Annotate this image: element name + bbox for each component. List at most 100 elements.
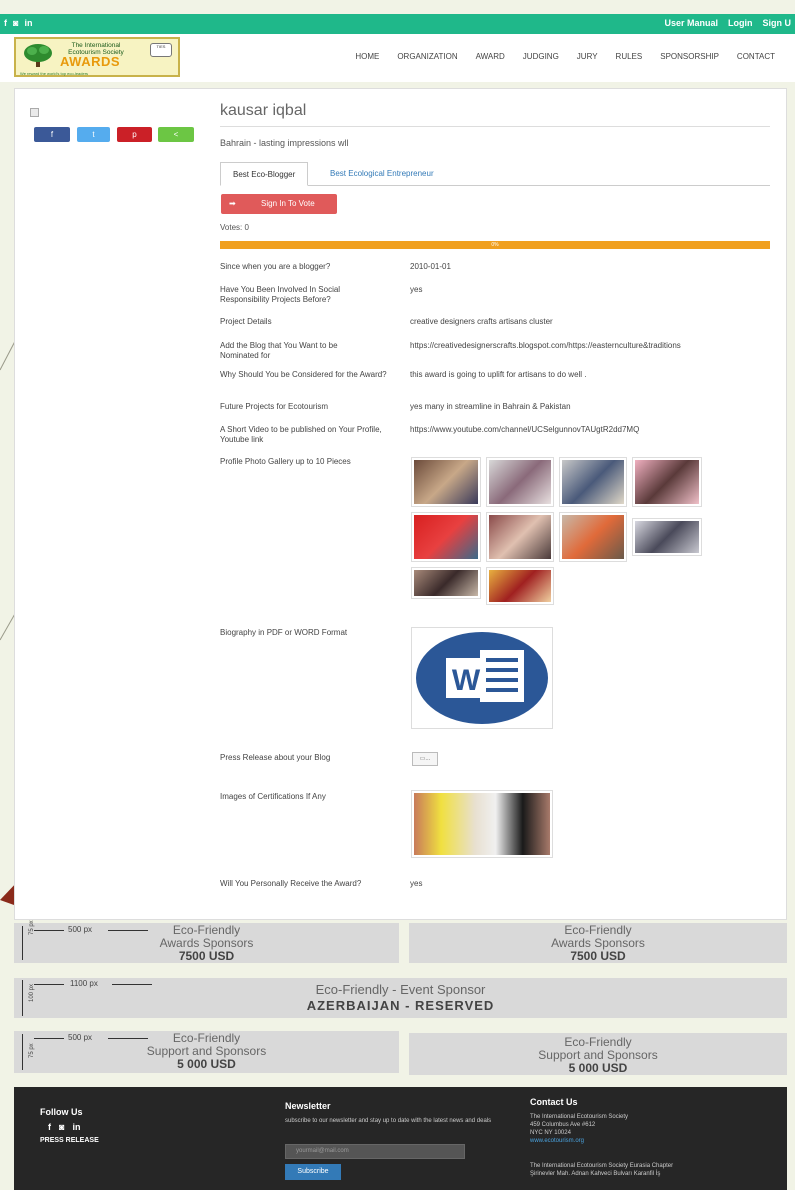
tab-best-eco-blogger[interactable]: Best Eco-Blogger (220, 162, 309, 186)
contact-website-link[interactable]: www.ecotourism.org (530, 1137, 780, 1145)
field-answer: yes (410, 285, 423, 294)
gallery-photo[interactable] (486, 567, 554, 605)
facebook-icon[interactable]: f (4, 18, 7, 28)
field-question: Have You Been Involved In Social Respons… (220, 285, 341, 304)
contact-line: 459 Columbus Ave #612 (530, 1122, 596, 1128)
user-manual-link[interactable]: User Manual (664, 18, 718, 28)
share-twitter-button[interactable]: t (77, 127, 110, 142)
linkedin-icon[interactable]: in (72, 1122, 80, 1132)
share-more-button[interactable]: < (158, 127, 194, 142)
dimension-arrow (22, 926, 23, 960)
gallery-photo[interactable] (411, 512, 481, 562)
menu-contact[interactable]: CONTACT (737, 52, 775, 61)
contact-line: NYC NY 10024 (530, 1130, 571, 1136)
dimension-arrow (22, 980, 23, 1016)
field-question: Will You Personally Receive the Award? (220, 879, 362, 888)
share-facebook-button[interactable]: f (34, 127, 70, 142)
sponsor-price: 5 000 USD (177, 1057, 236, 1071)
gallery-photo[interactable] (559, 457, 627, 507)
support-sponsor-banner-right[interactable]: Eco-Friendly Support and Sponsors 5 000 … (409, 1033, 787, 1075)
sponsor-reserved: AZERBAIJAN - RESERVED (306, 998, 495, 1013)
field-question: Project Details (220, 317, 272, 326)
svg-text:W: W (452, 664, 481, 697)
contact-line: Şirinevler Mah. Adnan Kahveci Bulvarı Ka… (530, 1171, 661, 1177)
certification-image[interactable] (411, 790, 553, 858)
sign-in-to-vote-button[interactable]: ➡ Sign In To Vote (221, 194, 337, 214)
logo-seal: TIES (150, 43, 172, 57)
dimension-arrow (34, 984, 64, 985)
menu-judging[interactable]: JUDGING (523, 52, 559, 61)
top-social-links: f ◙ in (4, 18, 32, 28)
dimension-arrow (108, 930, 148, 931)
dimension-width-label: 500 px (68, 925, 93, 934)
progress-fill: 0% (220, 241, 770, 249)
login-link[interactable]: Login (728, 18, 753, 28)
instagram-icon[interactable]: ◙ (59, 1122, 64, 1132)
tree-logo-icon (24, 44, 52, 67)
site-logo[interactable]: The International Ecotourism Society AWA… (14, 37, 180, 77)
field-question: Since when you are a blogger? (220, 262, 331, 271)
menu-sponsorship[interactable]: SPONSORSHIP (660, 52, 719, 61)
top-links: User Manual Login Sign U (664, 18, 791, 28)
field-answer: this award is going to uplift for artisa… (410, 370, 587, 379)
field-question: Images of Certifications If Any (220, 792, 326, 801)
divider (220, 126, 770, 127)
logo-awards-text: AWARDS (60, 54, 121, 69)
gallery-photo[interactable] (411, 457, 481, 507)
gallery-photo[interactable] (632, 457, 702, 507)
gallery-photo[interactable] (559, 512, 627, 562)
category-tabs: Best Eco-Blogger Best Ecological Entrepr… (220, 162, 770, 186)
menu-award[interactable]: AWARD (476, 52, 505, 61)
gallery-photo[interactable] (411, 567, 481, 599)
field-answer: yes (410, 879, 423, 888)
field-answer: creative designers crafts artisans clust… (410, 317, 553, 326)
dimension-height-label: 100 px (29, 983, 35, 1002)
subscribe-button[interactable]: Subscribe (285, 1164, 341, 1180)
follow-us-heading: Follow Us (40, 1107, 83, 1117)
signup-link[interactable]: Sign U (763, 18, 792, 28)
share-pinterest-button[interactable]: p (117, 127, 152, 142)
sponsor-title: Eco-Friendly (564, 1035, 632, 1049)
biography-word-document[interactable]: W (411, 627, 553, 729)
field-answer[interactable]: https://www.youtube.com/channel/UCSelgun… (410, 425, 770, 435)
press-release-image[interactable]: ▭... (412, 752, 438, 766)
menu-rules[interactable]: RULES (616, 52, 643, 61)
field-question: Future Projects for Ecotourism (220, 402, 329, 411)
gallery-photo[interactable] (632, 518, 702, 556)
field-question: Add the Blog that You Want to be Nominat… (220, 341, 338, 360)
sign-in-label: Sign In To Vote (261, 199, 315, 208)
awards-sponsor-banner-right[interactable]: Eco-Friendly Awards Sponsors 7500 USD (409, 923, 787, 963)
contact-address: The International Ecotourism Society 459… (530, 1113, 780, 1145)
field-question: Why Should You be Considered for the Awa… (220, 370, 387, 379)
instagram-icon[interactable]: ◙ (13, 18, 18, 28)
vote-progress-bar: 0% (220, 241, 770, 249)
profile-subtitle: Bahrain - lasting impressions wll (220, 138, 349, 148)
dimension-arrow (108, 1038, 148, 1039)
dimension-arrow (22, 1034, 23, 1070)
contact-heading: Contact Us (530, 1097, 578, 1107)
linkedin-icon[interactable]: in (24, 18, 32, 28)
dimension-arrow (34, 930, 64, 931)
profile-name: kausar iqbal (220, 102, 307, 119)
menu-jury[interactable]: JURY (577, 52, 598, 61)
vote-icon: ➡ (229, 199, 236, 208)
sponsor-title: Eco-Friendly - Event Sponsor (315, 982, 486, 997)
site-footer: Follow Us f ◙ in PRESS RELEASE Newslette… (14, 1087, 787, 1190)
logo-tagline: We reward the world's top eco-leaders (20, 71, 89, 76)
press-release-link[interactable]: PRESS RELEASE (40, 1137, 99, 1144)
menu-home[interactable]: HOME (355, 52, 379, 61)
menu-organization[interactable]: ORGANIZATION (397, 52, 457, 61)
field-answer[interactable]: https://creativedesignerscrafts.blogspot… (410, 341, 770, 351)
sponsor-price: 5 000 USD (568, 1061, 628, 1075)
field-question: Press Release about your Blog (220, 753, 331, 762)
gallery-photo[interactable] (486, 457, 554, 507)
tab-best-ecological-entrepreneur[interactable]: Best Ecological Entrepreneur (318, 162, 446, 186)
gallery-photo[interactable] (486, 512, 554, 562)
field-question: A Short Video to be published on Your Pr… (220, 425, 382, 444)
field-question: Biography in PDF or WORD Format (220, 628, 348, 637)
profile-image-placeholder (30, 108, 39, 117)
facebook-icon[interactable]: f (48, 1122, 51, 1132)
dimension-width-label: 500 px (68, 1033, 93, 1042)
top-bar: f ◙ in User Manual Login Sign U (0, 14, 795, 34)
newsletter-email-input[interactable]: yourmail@mail.com (285, 1144, 465, 1159)
